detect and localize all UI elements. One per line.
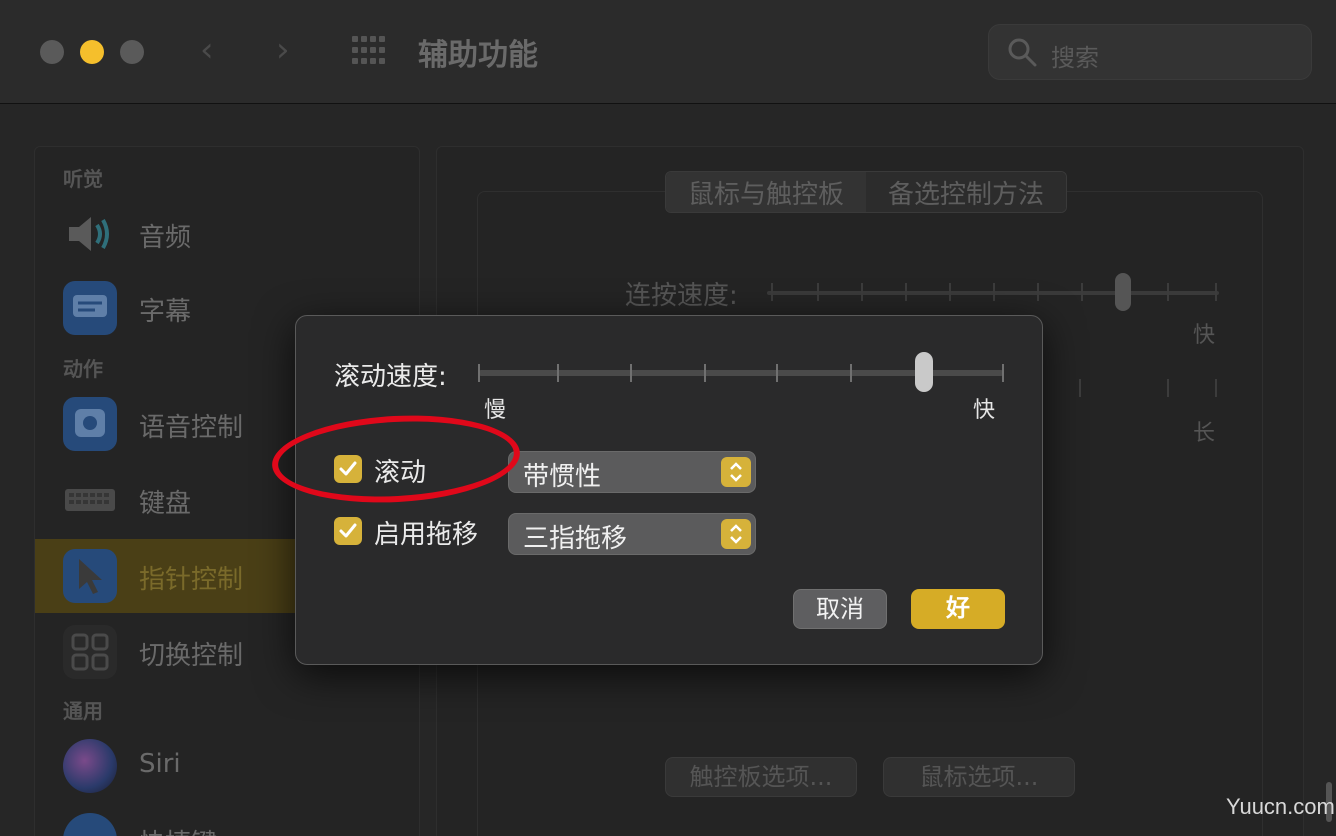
- drag-checkbox-label: 启用拖移: [374, 520, 479, 550]
- chevron-right-icon[interactable]: ›: [276, 30, 290, 70]
- section-header-hearing: 听觉: [63, 167, 103, 191]
- sidebar-item-label: 切换控制: [139, 641, 244, 671]
- drag-checkbox[interactable]: [334, 517, 362, 545]
- sidebar-item-label: 语音控制: [139, 413, 244, 443]
- section-header-general: 通用: [63, 699, 103, 723]
- updown-chevron-icon: [721, 457, 751, 487]
- voice-control-icon: [63, 397, 117, 451]
- scroll-speed-slider-thumb[interactable]: [915, 352, 933, 392]
- sidebar-item-label: 键盘: [139, 489, 192, 519]
- grid-icon[interactable]: [352, 36, 388, 66]
- trackpad-options-button[interactable]: 触控板选项...: [665, 757, 857, 797]
- sidebar-item-label: Siri: [139, 749, 181, 779]
- pointer-icon: [63, 549, 117, 603]
- close-button[interactable]: [40, 40, 64, 64]
- section-header-motor: 动作: [63, 357, 103, 381]
- search-field[interactable]: 搜索: [988, 24, 1312, 80]
- slow-label: 慢: [484, 398, 507, 423]
- mouse-options-button[interactable]: 鼠标选项...: [883, 757, 1075, 797]
- updown-chevron-icon: [721, 519, 751, 549]
- cancel-button[interactable]: 取消: [793, 589, 887, 629]
- fast-label: 快: [1193, 323, 1216, 348]
- shortcut-icon: [63, 813, 117, 836]
- fast-label: 快: [973, 398, 996, 423]
- chevron-left-icon[interactable]: ‹: [200, 30, 214, 70]
- watermark: Yuucn.com: [1226, 794, 1335, 819]
- tab-alternate-control[interactable]: 备选控制方法: [866, 172, 1067, 212]
- sidebar-item-audio[interactable]: 音频: [35, 197, 419, 271]
- scroll-speed-label: 滚动速度:: [334, 362, 447, 392]
- sidebar-item-label: 指针控制: [139, 565, 244, 595]
- drag-mode-value: 三指拖移: [523, 524, 628, 554]
- double-click-speed-label: 连按速度:: [625, 281, 738, 311]
- siri-icon: [63, 739, 117, 793]
- sidebar-item-label: 音频: [139, 223, 192, 253]
- sidebar-item-siri[interactable]: Siri: [35, 729, 419, 803]
- sidebar-item-label: 字幕: [139, 297, 192, 327]
- search-icon: [1008, 38, 1037, 67]
- ok-button[interactable]: 好: [911, 589, 1005, 629]
- double-click-slider-thumb[interactable]: [1115, 273, 1131, 311]
- checkmark-icon: [339, 523, 357, 538]
- window-title: 辅助功能: [418, 38, 538, 73]
- switch-control-icon: [63, 625, 117, 679]
- minimize-button[interactable]: [80, 40, 104, 64]
- settings-window: ‹ › 辅助功能 搜索 听觉 音频 字幕 动作 语音控制 键盘 指针控制 切换控…: [0, 0, 1336, 836]
- sidebar-item-shortcut[interactable]: 快捷键: [35, 803, 419, 836]
- tab-bar: 鼠标与触控板 备选控制方法: [665, 171, 1068, 213]
- speaker-icon: [69, 217, 109, 251]
- captions-icon: [63, 281, 117, 335]
- scroll-mode-popup[interactable]: 带惯性: [508, 451, 756, 493]
- tab-mouse-trackpad[interactable]: 鼠标与触控板: [666, 172, 867, 212]
- sidebar-item-label: 快捷键: [139, 823, 217, 836]
- keyboard-icon: [65, 489, 115, 511]
- search-placeholder: 搜索: [1051, 44, 1099, 72]
- drag-mode-popup[interactable]: 三指拖移: [508, 513, 756, 555]
- scroll-mode-value: 带惯性: [523, 462, 602, 492]
- long-label: 长: [1193, 421, 1216, 446]
- title-bar: ‹ › 辅助功能 搜索: [0, 0, 1336, 104]
- zoom-button[interactable]: [120, 40, 144, 64]
